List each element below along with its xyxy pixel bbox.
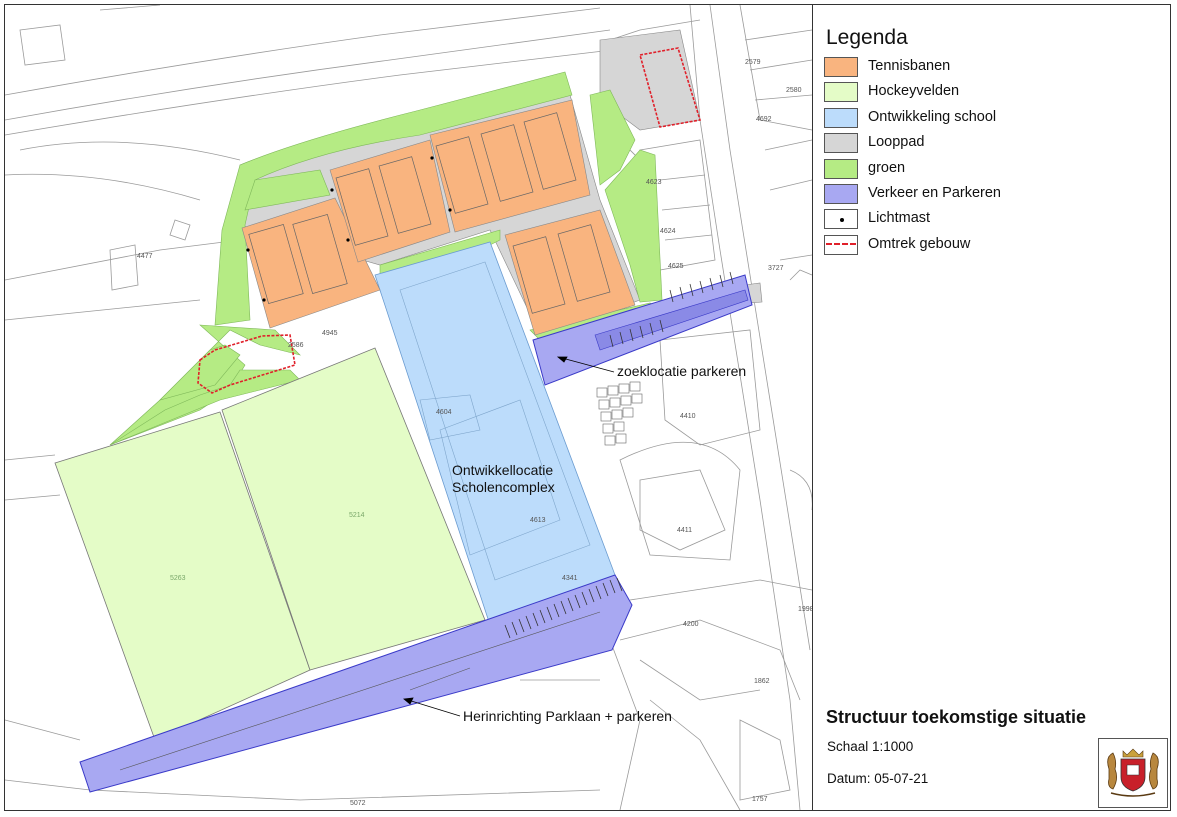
legend-label: Tennisbanen bbox=[868, 58, 951, 74]
municipal-crest-icon bbox=[1098, 738, 1168, 808]
legend-label: Omtrek gebouw bbox=[868, 235, 971, 252]
cad-label-1757: 1757 bbox=[752, 796, 768, 803]
cad-label-4625: 4625 bbox=[668, 263, 684, 270]
cad-label-4410: 4410 bbox=[680, 413, 696, 420]
legend-panel bbox=[812, 5, 1170, 810]
legend-swatch bbox=[824, 158, 858, 179]
map-title: Structuur toekomstige situatie bbox=[826, 707, 1087, 727]
legend-swatch bbox=[824, 57, 858, 77]
cad-label-2586: 2586 bbox=[288, 342, 304, 349]
legend-swatch bbox=[824, 133, 858, 154]
label-parking-search: zoeklocatie parkeren bbox=[617, 363, 747, 379]
small-building-blocks bbox=[596, 381, 643, 446]
cad-label-5214: 5214 bbox=[349, 512, 365, 519]
cad-label-2580: 2580 bbox=[786, 87, 802, 94]
cad-label-3727: 3727 bbox=[768, 265, 784, 272]
map-scale: Schaal 1:1000 bbox=[827, 739, 914, 754]
cad-label-5263: 5263 bbox=[170, 575, 186, 582]
legend-label: Ontwikkeling school bbox=[868, 108, 997, 125]
legend-swatch bbox=[824, 82, 858, 103]
cad-label-5072: 5072 bbox=[350, 800, 366, 807]
cad-label-4200: 4200 bbox=[683, 621, 699, 628]
cad-label-4477: 4477 bbox=[137, 253, 153, 260]
legend-swatch bbox=[824, 183, 858, 204]
cad-label-4604: 4604 bbox=[436, 409, 452, 416]
cad-label-4945: 4945 bbox=[322, 330, 338, 337]
cad-label-1862: 1862 bbox=[754, 678, 770, 685]
legend-label: Hockeyvelden bbox=[868, 83, 960, 100]
legend-label: Lichtmast bbox=[868, 210, 931, 227]
label-school-location-line1: Ontwikkellocatie bbox=[452, 462, 554, 478]
legend-swatch bbox=[824, 209, 858, 230]
cad-label-4624: 4624 bbox=[660, 228, 676, 235]
building-outline-symbol-icon bbox=[826, 242, 856, 245]
cad-label-4613: 4613 bbox=[530, 517, 546, 524]
legend-title: Legenda bbox=[826, 26, 908, 49]
legend-label: groen bbox=[868, 159, 906, 176]
legend-label: Verkeer en Parkeren bbox=[868, 184, 1001, 201]
cad-label-2579: 2579 bbox=[745, 59, 761, 66]
label-school-location: Ontwikkellocatie Scholencomplex bbox=[452, 462, 555, 496]
legend-label: Looppad bbox=[868, 134, 925, 151]
light-mast-symbol-icon bbox=[840, 218, 844, 223]
legend-swatch bbox=[824, 234, 858, 255]
label-parklaan: Herinrichting Parklaan + parkeren bbox=[463, 708, 672, 724]
cad-label-4692: 4692 bbox=[756, 116, 772, 123]
cad-label-4623: 4623 bbox=[646, 179, 662, 186]
legend-swatch bbox=[824, 107, 858, 128]
label-school-location-line2: Scholencomplex bbox=[452, 479, 555, 495]
map-date: Datum: 05-07-21 bbox=[827, 771, 929, 786]
cad-label-4411: 4411 bbox=[677, 527, 692, 534]
cad-label-4341: 4341 bbox=[562, 575, 578, 582]
